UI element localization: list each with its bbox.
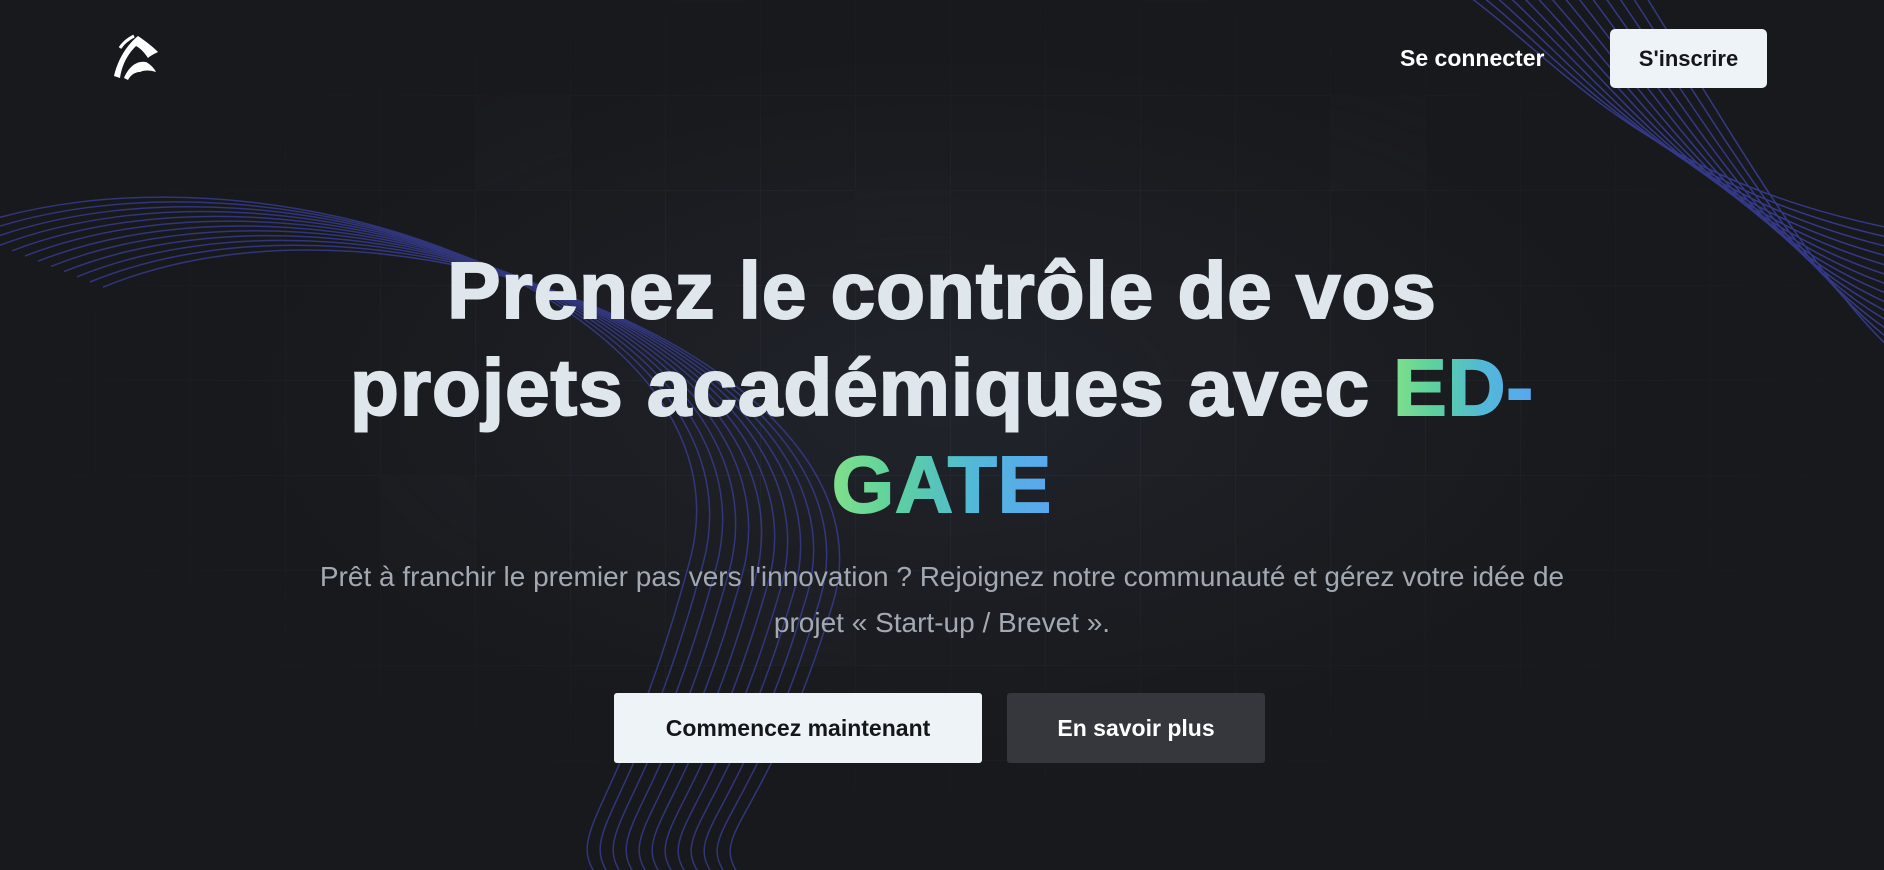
learn-more-button[interactable]: En savoir plus <box>1007 693 1265 763</box>
hero-brand-part1: ED- <box>1392 342 1535 433</box>
ed-gate-logo-icon[interactable] <box>110 32 162 82</box>
landing-page: Se connecter S'inscrire Prenez le contrô… <box>0 0 1884 870</box>
login-link[interactable]: Se connecter <box>1400 44 1544 72</box>
hero-title-line2: projets académiques avec <box>349 342 1394 433</box>
hero-brand-part2: GATE <box>831 439 1053 530</box>
hero-subtitle-line1: Prêt à franchir le premier pas vers l'in… <box>319 561 1565 592</box>
get-started-button[interactable]: Commencez maintenant <box>614 693 982 763</box>
hero-title: Prenez le contrôle de vos projets académ… <box>240 242 1644 533</box>
hero-subtitle: Prêt à franchir le premier pas vers l'in… <box>270 554 1614 646</box>
signup-button[interactable]: S'inscrire <box>1610 29 1767 88</box>
hero-title-line1: Prenez le contrôle de vos <box>446 245 1437 336</box>
hero-subtitle-line2: projet « Start-up / Brevet ». <box>773 607 1111 638</box>
